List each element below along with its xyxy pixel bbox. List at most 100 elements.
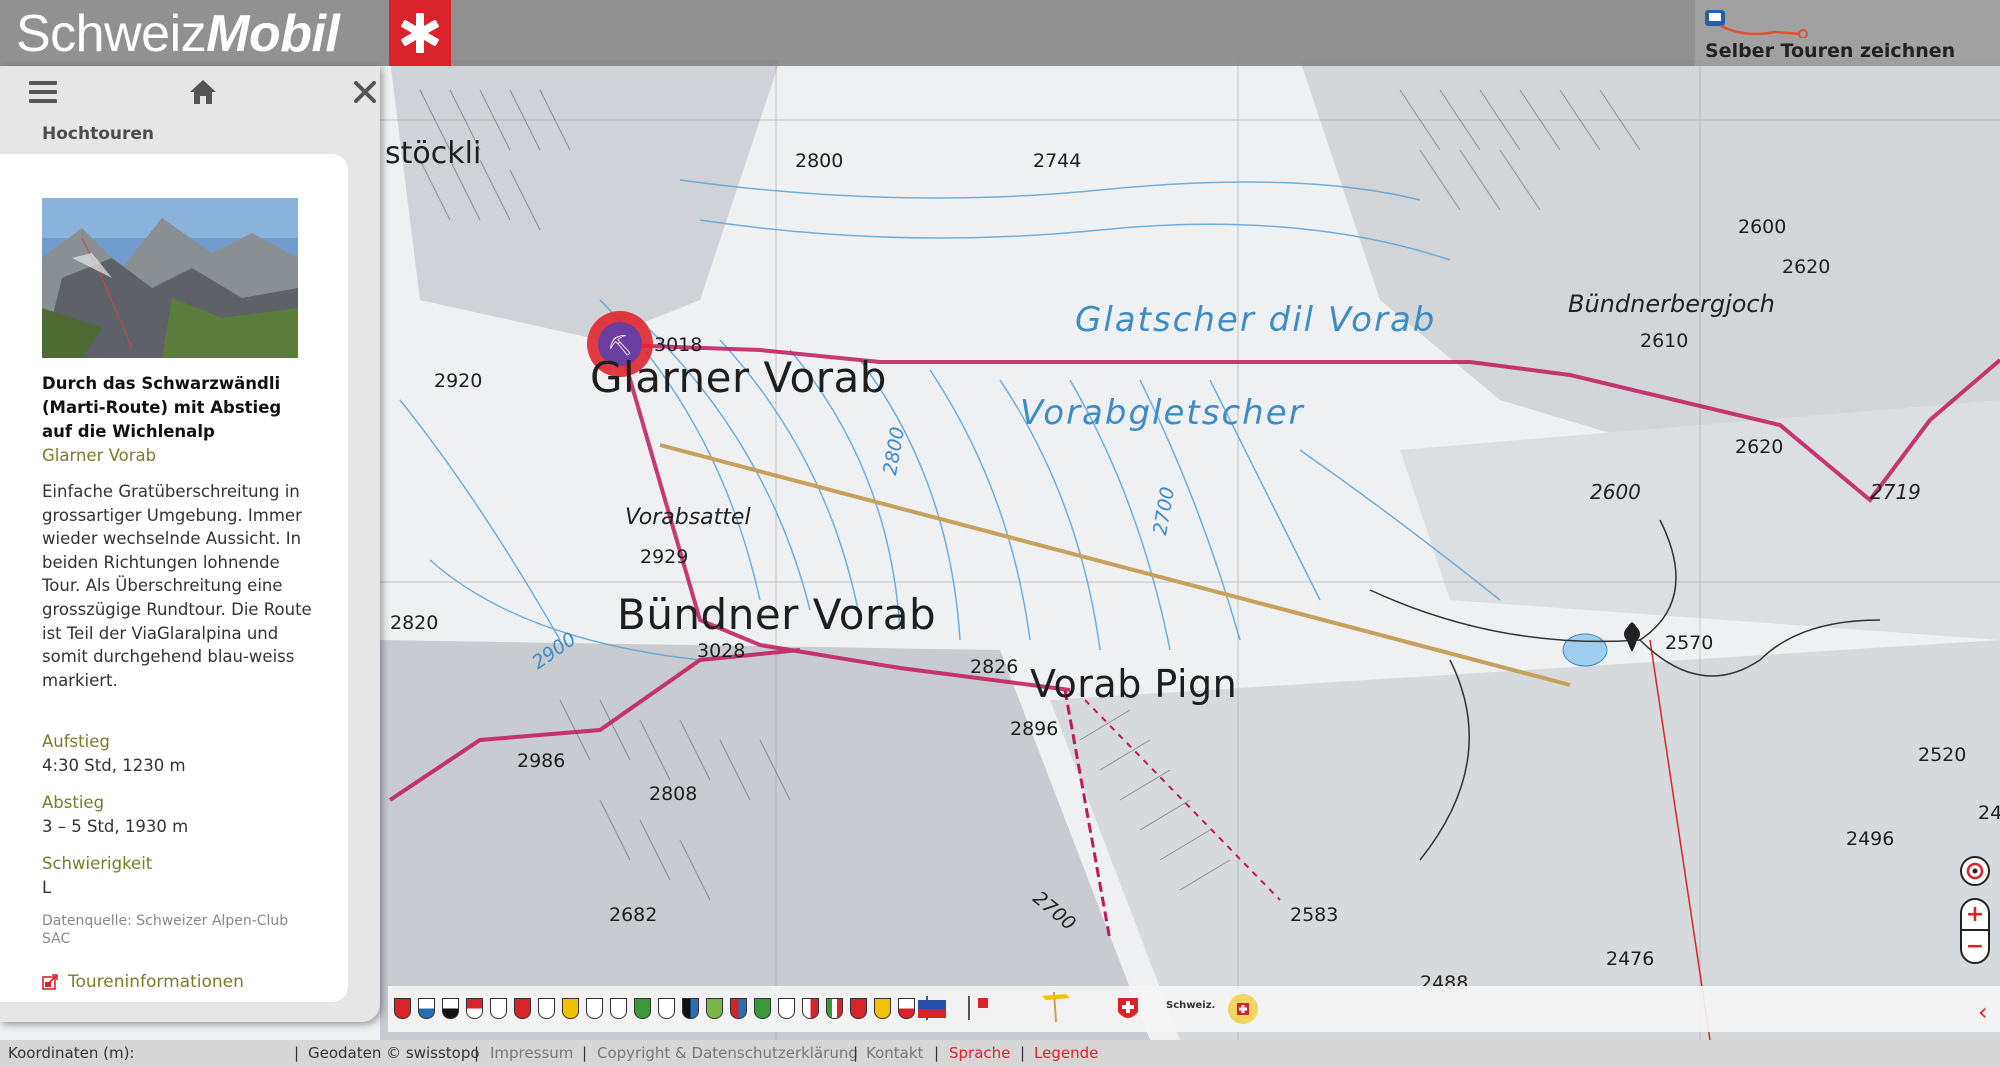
canton-coat-icon[interactable] <box>610 998 627 1019</box>
elevation-2682: 2682 <box>609 904 658 926</box>
canton-coat-icon[interactable] <box>394 998 411 1019</box>
tour-info-link-label: Toureninformationen <box>68 972 244 992</box>
elevation-2520: 2520 <box>1918 744 1967 766</box>
canton-coat-icon[interactable] <box>658 998 675 1019</box>
zoom-out-button[interactable]: − <box>1962 931 1988 962</box>
canton-coat-icon[interactable] <box>874 998 891 1019</box>
elevation-3028: 3028 <box>697 640 746 662</box>
elevation-2620: 2620 <box>1735 436 1784 458</box>
elevation-2600-top: 2600 <box>1738 216 1787 238</box>
elevation-2496: 2496 <box>1846 828 1895 850</box>
map-label-glarner-vorab: Glarner Vorab <box>590 353 887 402</box>
locate-me-button[interactable] <box>1960 856 1990 886</box>
data-source: Datenquelle: Schweizer Alpen-Club SAC <box>42 913 289 947</box>
tour-card: Durch das Schwarzwändli (Marti-Route) mi… <box>0 154 348 1002</box>
map-label-glatscher: Glatscher dil Vorab <box>1075 300 1437 340</box>
elevation-3018: 3018 <box>654 334 703 356</box>
footer-bar: Koordinaten (m): | Geodaten © swisstopo … <box>0 1040 2000 1067</box>
draw-tours-label: Selber Touren zeichnen <box>1705 40 1956 62</box>
panel-toolbar <box>0 66 380 118</box>
close-icon[interactable] <box>348 76 382 108</box>
elevation-2610: 2610 <box>1640 330 1689 352</box>
difficulty-value: L <box>42 878 52 897</box>
menu-icon[interactable] <box>26 76 60 108</box>
canton-coat-icon[interactable] <box>466 998 483 1019</box>
kontakt-link[interactable]: Kontakt <box>866 1044 923 1062</box>
home-icon[interactable] <box>186 76 220 108</box>
sponsor-signpost-icon[interactable] <box>1036 990 1076 1024</box>
elevation-2986: 2986 <box>517 750 566 772</box>
canton-coat-icon[interactable] <box>490 998 507 1019</box>
tour-title: Durch das Schwarzwändli (Marti-Route) mi… <box>42 374 282 441</box>
collapse-arrow-icon[interactable]: ‹ <box>1978 998 1988 1026</box>
map-label-stoeckli: stöckli <box>385 136 482 171</box>
partner-logo-strip: Schweiz. <box>388 986 2000 1032</box>
canton-coat-icon[interactable] <box>538 998 555 1019</box>
elevation-2570: 2570 <box>1665 632 1714 654</box>
elevation-2800: 2800 <box>795 150 844 172</box>
elevation-2929: 2929 <box>640 546 689 568</box>
top-bar: SchweizMobil Selber Touren zeichnen <box>0 0 2000 66</box>
elevation-24: 24 <box>1978 802 2000 824</box>
schweizmobil-logo[interactable]: SchweizMobil <box>16 4 340 64</box>
elevation-2620-top: 2620 <box>1782 256 1831 278</box>
schweiz-tourism-flower-icon[interactable] <box>1226 992 1260 1026</box>
logo-text-regular: Schweiz <box>16 5 207 63</box>
impressum-link[interactable]: Impressum <box>490 1044 573 1062</box>
copyright-link[interactable]: Copyright & Datenschutzerklärung <box>597 1044 858 1062</box>
tour-description: Einfache Gratüberschreitung in grossarti… <box>42 482 312 690</box>
zoom-control: + − <box>1960 898 1990 964</box>
panel-heading: Hochtouren <box>42 124 155 144</box>
tour-info-link[interactable]: Toureninformationen <box>42 972 244 992</box>
draw-route-icon <box>1705 10 1808 38</box>
canton-coat-icon[interactable] <box>898 998 915 1019</box>
coordinates-label: Koordinaten (m): <box>8 1044 135 1062</box>
canton-coat-icon[interactable] <box>778 998 795 1019</box>
tour-side-panel: Hochtouren Durch das Schwarzwändli (Mart… <box>0 66 380 1022</box>
canton-coat-icon[interactable] <box>514 998 531 1019</box>
liechtenstein-flag-icon[interactable] <box>918 1000 946 1018</box>
legend-link[interactable]: Legende <box>1034 1044 1098 1062</box>
map-label-buendner-vorab: Bündner Vorab <box>617 590 937 639</box>
canton-coat-icon[interactable] <box>730 998 747 1019</box>
canton-coat-icon[interactable] <box>754 998 771 1019</box>
canton-coat-icon[interactable] <box>562 998 579 1019</box>
geodata-credit: Geodaten © swisstopo <box>308 1044 480 1062</box>
target-icon <box>1966 862 1984 880</box>
draw-tours-button[interactable]: Selber Touren zeichnen <box>1695 0 2000 66</box>
ascent-value: 4:30 Std, 1230 m <box>42 756 186 775</box>
canton-coat-icon[interactable] <box>826 998 843 1019</box>
map-label-buendnerbergjoch: Bündnerbergjoch <box>1568 290 1775 318</box>
canton-coat-icon[interactable] <box>586 998 603 1019</box>
map-label-vorabgletscher: Vorabgletscher <box>1020 393 1305 433</box>
descent-value: 3 – 5 Std, 1930 m <box>42 817 189 836</box>
canton-coat-icon[interactable] <box>802 998 819 1019</box>
elevation-2719: 2719 <box>1870 480 1921 504</box>
ascent-label: Aufstieg <box>42 732 110 751</box>
map-label-vorab-pign: Vorab Pign <box>1030 662 1238 706</box>
elevation-2808: 2808 <box>649 783 698 805</box>
logo-text-bold: Mobil <box>206 5 340 63</box>
descent-label: Abstieg <box>42 793 105 812</box>
difficulty-label: Schwierigkeit <box>42 854 153 873</box>
language-link[interactable]: Sprache <box>949 1044 1010 1062</box>
canton-coat-icon[interactable] <box>850 998 867 1019</box>
canton-coat-icon[interactable] <box>634 998 651 1019</box>
swiss-star-logo-icon[interactable] <box>389 0 451 66</box>
map-label-vorabsattel: Vorabsattel <box>625 505 751 530</box>
elevation-2820: 2820 <box>390 612 439 634</box>
tour-region: Glarner Vorab <box>42 446 157 465</box>
elevation-2826: 2826 <box>970 656 1019 678</box>
canton-coat-icon[interactable] <box>682 998 699 1019</box>
federal-coat-icon[interactable] <box>1116 992 1140 1024</box>
sponsor-logo-icon[interactable] <box>978 998 1038 1020</box>
zoom-in-button[interactable]: + <box>1962 900 1988 931</box>
elevation-2896: 2896 <box>1010 718 1059 740</box>
schweiz-tourism-logo[interactable]: Schweiz. <box>1166 1000 1215 1011</box>
elevation-2920: 2920 <box>434 370 483 392</box>
canton-coat-icon[interactable] <box>706 998 723 1019</box>
canton-coat-icon[interactable] <box>442 998 459 1019</box>
elevation-2744: 2744 <box>1033 150 1082 172</box>
tour-photo[interactable] <box>42 198 298 358</box>
canton-coat-icon[interactable] <box>418 998 435 1019</box>
